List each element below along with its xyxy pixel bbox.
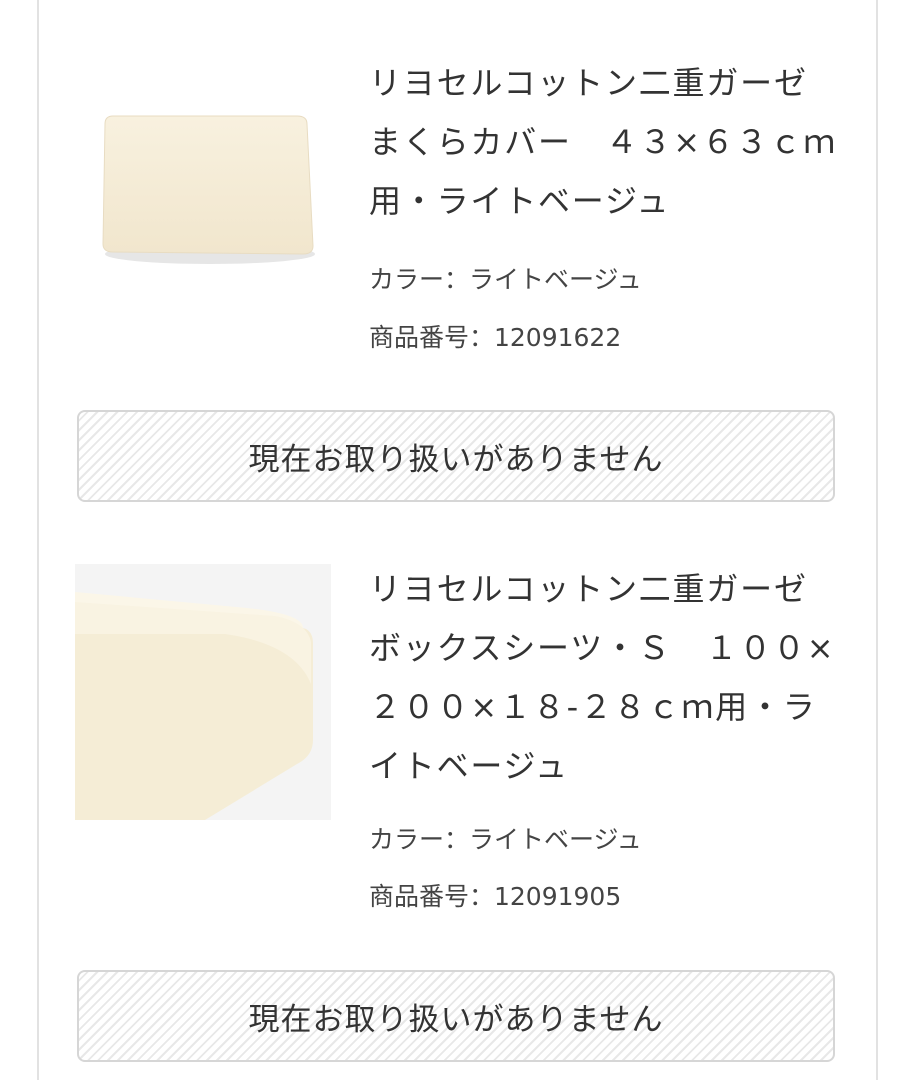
box-sheet-image <box>75 564 331 820</box>
product-image-pillow[interactable] <box>75 54 331 310</box>
product-color: カラー：ライトベージュ <box>369 265 642 294</box>
product-number: 商品番号：12091905 <box>369 882 622 911</box>
pillow-cover-image <box>102 115 315 264</box>
product-title[interactable]: リヨセルコットン二重ガーゼボックスシーツ・Ｓ １００×２００×１８-２８ｃｍ用・… <box>369 560 839 796</box>
product-title[interactable]: リヨセルコットン二重ガーゼまくらカバー ４３×６３ｃｍ用・ライトベージュ <box>369 54 839 231</box>
product-number: 商品番号：12091622 <box>369 323 622 352</box>
unavailable-label: 現在お取り扱いがありません <box>248 441 664 478</box>
product-image-box-sheet[interactable] <box>75 564 331 820</box>
product-color: カラー：ライトベージュ <box>369 825 642 854</box>
unavailable-label: 現在お取り扱いがありません <box>248 1001 664 1038</box>
unavailable-button[interactable]: 現在お取り扱いがありません <box>77 410 835 502</box>
page-frame-right <box>876 0 878 1080</box>
unavailable-button[interactable]: 現在お取り扱いがありません <box>77 970 835 1062</box>
page-frame-left <box>37 0 39 1080</box>
